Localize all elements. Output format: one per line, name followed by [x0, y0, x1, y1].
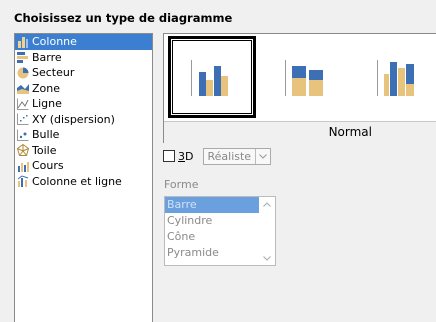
chart-type-item-cours[interactable]: Cours	[15, 158, 152, 174]
three-d-row: 3D Réaliste	[163, 147, 272, 165]
shape-option-cone[interactable]: Cône	[165, 229, 259, 245]
bubble-chart-icon	[17, 129, 29, 141]
chart-type-label: XY (dispersion)	[32, 112, 115, 126]
chart-type-item-colonne-et-ligne[interactable]: Colonne et ligne	[15, 174, 152, 190]
area-chart-icon	[17, 82, 29, 95]
three-d-label-mnemonic: 3	[178, 149, 185, 163]
chevron-down-icon[interactable]	[255, 148, 270, 164]
chart-type-label: Toile	[32, 143, 57, 157]
chart-type-item-xy-dispersion[interactable]: XY (dispersion)	[15, 112, 152, 128]
chart-type-label: Colonne et ligne	[32, 174, 122, 188]
render-style-value: Réaliste	[207, 149, 252, 163]
chevron-up-icon[interactable]	[263, 197, 271, 211]
chart-type-label: Colonne	[32, 35, 77, 48]
chart-type-item-colonne[interactable]: Colonne	[15, 34, 152, 50]
three-d-label-suffix: D	[185, 149, 194, 163]
stock-chart-icon	[17, 160, 29, 172]
variant-stacked-thumb[interactable]	[262, 36, 350, 118]
line-chart-icon	[17, 98, 29, 110]
three-d-checkbox[interactable]	[163, 150, 175, 162]
chart-type-label: Bulle	[32, 128, 60, 141]
column-chart-icon	[17, 36, 29, 48]
chart-type-label: Ligne	[32, 97, 62, 110]
variant-normal-icon	[191, 60, 228, 96]
chart-type-label: Barre	[32, 50, 62, 64]
chart-type-item-toile[interactable]: Toile	[15, 143, 152, 159]
dialog-heading: Choisissez un type de diagramme	[14, 11, 233, 25]
render-style-select[interactable]: Réaliste	[203, 147, 272, 165]
variant-percent-stacked-thumb[interactable]	[354, 36, 436, 118]
chart-type-label: Secteur	[32, 66, 75, 79]
bar-chart-icon	[17, 51, 29, 64]
shape-option-pyramide[interactable]: Pyramide	[165, 245, 259, 261]
shape-option-barre[interactable]: Barre	[165, 197, 259, 213]
variant-percent-stacked-icon	[377, 60, 414, 96]
shape-label: Forme	[164, 178, 199, 191]
shape-listbox[interactable]: Barre Cylindre Cône Pyramide	[164, 196, 276, 266]
shape-option-cylindre[interactable]: Cylindre	[165, 213, 259, 229]
column-line-chart-icon	[17, 175, 29, 188]
chart-type-item-ligne[interactable]: Ligne	[15, 96, 152, 112]
net-chart-icon	[17, 144, 29, 157]
chart-type-list[interactable]: Colonne Barre Secteur Zone Ligne XY (dis…	[14, 33, 153, 322]
chart-type-item-secteur[interactable]: Secteur	[15, 65, 152, 81]
three-d-label[interactable]: 3D	[178, 150, 193, 163]
chart-type-item-barre[interactable]: Barre	[15, 50, 152, 66]
scatter-chart-icon	[17, 113, 29, 126]
variant-caption: Normal	[164, 121, 436, 144]
pie-chart-icon	[17, 67, 29, 79]
chart-type-label: Cours	[32, 159, 64, 172]
variant-normal-thumb[interactable]	[168, 36, 256, 118]
chart-type-label: Zone	[32, 81, 61, 95]
chevron-down-icon[interactable]	[263, 251, 271, 265]
chart-type-item-bulle[interactable]: Bulle	[15, 127, 152, 143]
shape-scrollbar[interactable]	[259, 197, 275, 265]
chart-variant-panel: Normal	[163, 33, 436, 144]
variant-stacked-icon	[285, 60, 323, 96]
chart-type-item-zone[interactable]: Zone	[15, 81, 152, 97]
